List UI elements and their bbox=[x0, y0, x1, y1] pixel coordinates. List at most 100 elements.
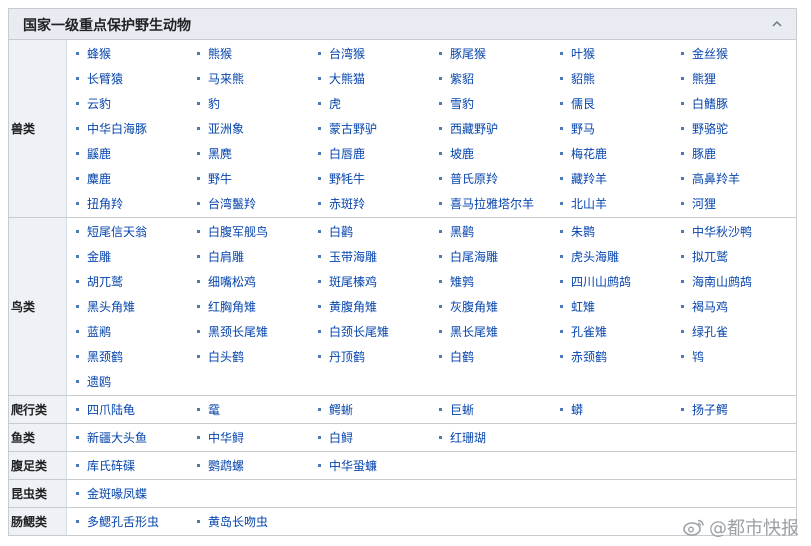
animal-link[interactable]: 熊狸 bbox=[681, 66, 802, 91]
animal-link[interactable]: 藏羚羊 bbox=[560, 166, 681, 191]
animal-link[interactable]: 黑长尾雉 bbox=[439, 319, 560, 344]
animal-link[interactable]: 豹 bbox=[197, 91, 318, 116]
animal-link[interactable]: 巨蜥 bbox=[439, 397, 560, 422]
animal-link[interactable]: 台湾猴 bbox=[318, 41, 439, 66]
animal-link[interactable]: 河狸 bbox=[681, 191, 802, 216]
animal-link[interactable]: 豚鹿 bbox=[681, 141, 802, 166]
animal-link[interactable]: 雉鹑 bbox=[439, 269, 560, 294]
animal-link[interactable]: 鸨 bbox=[681, 344, 802, 369]
animal-link[interactable]: 白鹤 bbox=[439, 344, 560, 369]
animal-link[interactable]: 中华白海豚 bbox=[76, 116, 197, 141]
animal-link[interactable]: 绿孔雀 bbox=[681, 319, 802, 344]
animal-link[interactable]: 高鼻羚羊 bbox=[681, 166, 802, 191]
animal-link[interactable]: 鳄蜥 bbox=[318, 397, 439, 422]
animal-link[interactable]: 大熊猫 bbox=[318, 66, 439, 91]
animal-link[interactable]: 蜂猴 bbox=[76, 41, 197, 66]
chevron-up-icon[interactable] bbox=[770, 16, 784, 30]
animal-link[interactable]: 云豹 bbox=[76, 91, 197, 116]
animal-link[interactable]: 白唇鹿 bbox=[318, 141, 439, 166]
animal-link[interactable]: 雪豹 bbox=[439, 91, 560, 116]
animal-link[interactable]: 库氏砗磲 bbox=[76, 453, 197, 478]
animal-link[interactable]: 玉带海雕 bbox=[318, 244, 439, 269]
group-items: 金斑喙凤蝶 bbox=[67, 480, 802, 507]
animal-link[interactable]: 黄腹角雉 bbox=[318, 294, 439, 319]
animal-link[interactable]: 马来熊 bbox=[197, 66, 318, 91]
animal-link[interactable]: 中华秋沙鸭 bbox=[681, 219, 802, 244]
animal-link[interactable]: 野牛 bbox=[197, 166, 318, 191]
animal-link-label: 新疆大头鱼 bbox=[87, 431, 148, 445]
animal-link[interactable]: 金雕 bbox=[76, 244, 197, 269]
animal-link[interactable]: 北山羊 bbox=[560, 191, 681, 216]
animal-link[interactable]: 朱鹮 bbox=[560, 219, 681, 244]
animal-link[interactable]: 扭角羚 bbox=[76, 191, 197, 216]
animal-link[interactable]: 拟兀鹫 bbox=[681, 244, 802, 269]
animal-link[interactable]: 灰腹角雉 bbox=[439, 294, 560, 319]
animal-link[interactable]: 黑颈鹤 bbox=[76, 344, 197, 369]
animal-link[interactable]: 短尾信天翁 bbox=[76, 219, 197, 244]
animal-link[interactable]: 四爪陆龟 bbox=[76, 397, 197, 422]
animal-link[interactable]: 西藏野驴 bbox=[439, 116, 560, 141]
animal-link[interactable]: 野骆驼 bbox=[681, 116, 802, 141]
animal-link[interactable]: 长臂猿 bbox=[76, 66, 197, 91]
animal-link[interactable]: 蓝鹇 bbox=[76, 319, 197, 344]
animal-link[interactable]: 蟒 bbox=[560, 397, 681, 422]
animal-link[interactable]: 麋鹿 bbox=[76, 166, 197, 191]
animal-link[interactable]: 白肩雕 bbox=[197, 244, 318, 269]
animal-link[interactable]: 虎头海雕 bbox=[560, 244, 681, 269]
animal-link[interactable]: 黄岛长吻虫 bbox=[197, 509, 318, 534]
animal-link[interactable]: 赤斑羚 bbox=[318, 191, 439, 216]
animal-link[interactable]: 红胸角雉 bbox=[197, 294, 318, 319]
animal-link[interactable]: 紫貂 bbox=[439, 66, 560, 91]
animal-link[interactable]: 胡兀鹫 bbox=[76, 269, 197, 294]
animal-link[interactable]: 鼋 bbox=[197, 397, 318, 422]
animal-link[interactable]: 细嘴松鸡 bbox=[197, 269, 318, 294]
animal-link[interactable]: 扬子鳄 bbox=[681, 397, 802, 422]
animal-link[interactable]: 遗鸥 bbox=[76, 369, 197, 394]
group-items: 短尾信天翁 白腹军舰鸟 白鹳 黑鹳 朱鹮 中华秋沙鸭金雕 白肩雕 玉带海雕 白尾海雕 虎头海雕 拟兀… bbox=[67, 218, 802, 395]
animal-link[interactable]: 亚洲象 bbox=[197, 116, 318, 141]
animal-link[interactable]: 褐马鸡 bbox=[681, 294, 802, 319]
animal-link[interactable]: 鹦鹉螺 bbox=[197, 453, 318, 478]
animal-link[interactable]: 叶猴 bbox=[560, 41, 681, 66]
animal-link[interactable]: 虎 bbox=[318, 91, 439, 116]
animal-link[interactable]: 台湾鬣羚 bbox=[197, 191, 318, 216]
animal-link[interactable]: 白鹳 bbox=[318, 219, 439, 244]
animal-link[interactable]: 海南山鹧鸪 bbox=[681, 269, 802, 294]
animal-link[interactable]: 新疆大头鱼 bbox=[76, 425, 197, 450]
animal-link[interactable]: 丹顶鹤 bbox=[318, 344, 439, 369]
animal-link[interactable]: 黑鹳 bbox=[439, 219, 560, 244]
animal-link[interactable]: 白腹军舰鸟 bbox=[197, 219, 318, 244]
animal-link[interactable]: 中华鲟 bbox=[197, 425, 318, 450]
animal-link[interactable]: 虹雉 bbox=[560, 294, 681, 319]
animal-link[interactable]: 白鳍豚 bbox=[681, 91, 802, 116]
animal-link[interactable]: 豚尾猴 bbox=[439, 41, 560, 66]
animal-link[interactable]: 野牦牛 bbox=[318, 166, 439, 191]
animal-link[interactable]: 熊猴 bbox=[197, 41, 318, 66]
bullet-icon bbox=[76, 230, 79, 233]
animal-link[interactable]: 普氏原羚 bbox=[439, 166, 560, 191]
animal-link[interactable]: 坡鹿 bbox=[439, 141, 560, 166]
animal-link[interactable]: 喜马拉雅塔尔羊 bbox=[439, 191, 560, 216]
animal-link[interactable]: 黑头角雉 bbox=[76, 294, 197, 319]
animal-link[interactable]: 金丝猴 bbox=[681, 41, 802, 66]
animal-link[interactable]: 白尾海雕 bbox=[439, 244, 560, 269]
animal-link[interactable]: 野马 bbox=[560, 116, 681, 141]
animal-link[interactable]: 黑麂 bbox=[197, 141, 318, 166]
animal-link[interactable]: 斑尾榛鸡 bbox=[318, 269, 439, 294]
animal-link[interactable]: 金斑喙凤蝶 bbox=[76, 481, 197, 506]
animal-link[interactable]: 鼷鹿 bbox=[76, 141, 197, 166]
animal-link[interactable]: 儒艮 bbox=[560, 91, 681, 116]
animal-link[interactable]: 黑颈长尾雉 bbox=[197, 319, 318, 344]
animal-link[interactable]: 红珊瑚 bbox=[439, 425, 560, 450]
animal-link[interactable]: 白鲟 bbox=[318, 425, 439, 450]
animal-link[interactable]: 白颈长尾雉 bbox=[318, 319, 439, 344]
animal-link[interactable]: 蒙古野驴 bbox=[318, 116, 439, 141]
animal-link[interactable]: 多鳃孔舌形虫 bbox=[76, 509, 197, 534]
animal-link[interactable]: 梅花鹿 bbox=[560, 141, 681, 166]
animal-link[interactable]: 孔雀雉 bbox=[560, 319, 681, 344]
animal-link[interactable]: 赤颈鹤 bbox=[560, 344, 681, 369]
animal-link[interactable]: 中华蛩蠊 bbox=[318, 453, 439, 478]
animal-link[interactable]: 貂熊 bbox=[560, 66, 681, 91]
animal-link[interactable]: 白头鹤 bbox=[197, 344, 318, 369]
animal-link[interactable]: 四川山鹧鸪 bbox=[560, 269, 681, 294]
